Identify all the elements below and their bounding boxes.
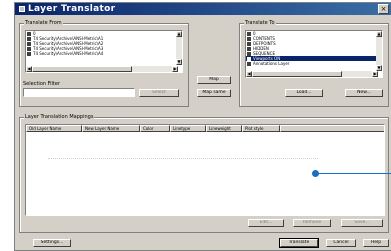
load-button[interactable]: Load... bbox=[285, 89, 323, 97]
select-button[interactable]: Select bbox=[139, 89, 179, 97]
layer-icon bbox=[247, 41, 251, 46]
translate-from-list[interactable]: 0 T4 Security\Archive\ANSI-Metric\A1 T4 … bbox=[25, 30, 183, 73]
scroll-down-arrow-icon[interactable]: ▼ bbox=[176, 59, 182, 65]
callout-line bbox=[316, 173, 391, 174]
layer-icon bbox=[247, 36, 251, 41]
layer-icon bbox=[27, 36, 31, 41]
mappings-table[interactable]: Old Layer Name New Layer Name Color Line… bbox=[25, 124, 385, 216]
new-button[interactable]: New... bbox=[345, 89, 383, 97]
close-button[interactable]: × bbox=[378, 4, 389, 14]
hscroll-thumb[interactable] bbox=[32, 66, 132, 72]
layer-icon bbox=[27, 46, 31, 51]
translate-from-vscroll[interactable]: ▲ ▼ bbox=[176, 31, 182, 65]
selection-filter-input[interactable] bbox=[23, 88, 135, 97]
layer-icon bbox=[247, 61, 251, 66]
app-icon bbox=[19, 6, 25, 12]
layer-icon bbox=[247, 31, 251, 36]
translate-from-hscroll[interactable]: ◀ ▶ bbox=[26, 66, 178, 72]
translate-to-vscroll[interactable]: ▲ ▼ bbox=[376, 31, 382, 71]
layer-icon bbox=[247, 46, 251, 51]
save-button[interactable]: Save... bbox=[341, 219, 383, 227]
scroll-up-arrow-icon[interactable]: ▲ bbox=[176, 31, 182, 37]
column-header[interactable]: Linetype bbox=[170, 125, 206, 132]
column-header[interactable]: Lineweight bbox=[206, 125, 242, 132]
translate-to-item[interactable]: Annotations Layer bbox=[246, 61, 382, 66]
cancel-button[interactable]: Cancel bbox=[326, 239, 356, 247]
layer-icon bbox=[27, 51, 31, 56]
layer-icon bbox=[247, 56, 251, 61]
column-header[interactable]: Old Layer Name bbox=[26, 125, 82, 132]
map-same-button[interactable]: Map same bbox=[197, 89, 231, 97]
hscroll-thumb[interactable] bbox=[252, 71, 342, 77]
remove-button[interactable]: Remove bbox=[293, 219, 331, 227]
edit-button[interactable]: Edit... bbox=[248, 219, 284, 227]
translate-from-label: Translate From bbox=[24, 20, 63, 26]
column-header[interactable]: New Layer Name bbox=[82, 125, 140, 132]
column-header[interactable]: Plot style bbox=[242, 125, 280, 132]
help-button[interactable]: Help bbox=[363, 239, 389, 247]
translate-button[interactable]: Translate bbox=[279, 238, 319, 248]
translate-to-hscroll[interactable]: ◀ ▶ bbox=[246, 71, 378, 77]
empty-mapping-row bbox=[48, 158, 318, 162]
translate-from-item[interactable]: T4 Security\Archive\ANSI-Metric\A4 bbox=[26, 51, 182, 56]
scroll-right-arrow-icon[interactable]: ▶ bbox=[172, 66, 178, 72]
layer-icon bbox=[27, 31, 31, 36]
scroll-up-arrow-icon[interactable]: ▲ bbox=[376, 31, 382, 37]
layer-translator-dialog: Layer Translator × Translate From 0 T4 S… bbox=[14, 2, 391, 251]
layer-icon bbox=[247, 51, 251, 56]
map-button[interactable]: Map bbox=[197, 76, 231, 84]
translate-to-list[interactable]: 0 CONTENTS DEFPOINTS HIDDEN SEQUENCE Vie… bbox=[245, 30, 383, 78]
mappings-label: Layer Translation Mappings bbox=[24, 114, 95, 120]
column-header-filler bbox=[280, 125, 384, 132]
mappings-table-header: Old Layer Name New Layer Name Color Line… bbox=[26, 125, 384, 132]
callout-dot-icon bbox=[312, 170, 319, 177]
layer-icon bbox=[27, 41, 31, 46]
translate-to-label: Translate To bbox=[244, 20, 276, 26]
selection-filter-label: Selection Filter bbox=[23, 81, 61, 87]
title-bar: Layer Translator × bbox=[15, 3, 391, 15]
column-header[interactable]: Color bbox=[140, 125, 170, 132]
settings-button[interactable]: Settings... bbox=[33, 239, 71, 247]
scroll-right-arrow-icon[interactable]: ▶ bbox=[372, 71, 378, 77]
dialog-title: Layer Translator bbox=[28, 4, 116, 14]
